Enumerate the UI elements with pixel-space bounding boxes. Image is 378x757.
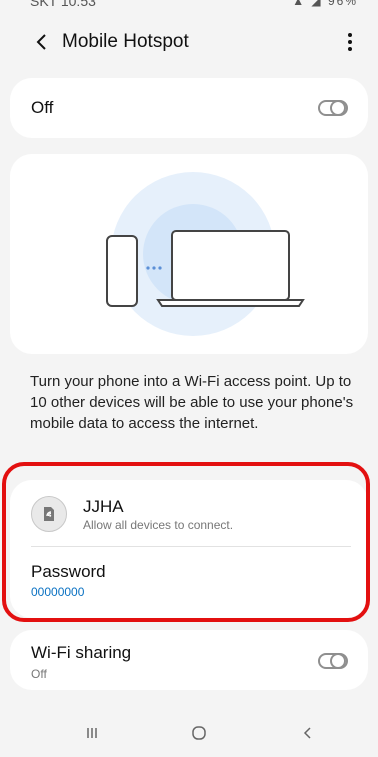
hotspot-illustration-card bbox=[10, 154, 368, 354]
wifi-sharing-toggle[interactable] bbox=[318, 653, 348, 669]
toggle-knob bbox=[330, 100, 346, 116]
wifi-sharing-label: Wi-Fi sharing bbox=[31, 643, 132, 662]
home-button[interactable] bbox=[181, 720, 217, 746]
status-bar: SKT 10:53 ▲ ◢ 96% bbox=[0, 0, 378, 14]
toggle-knob bbox=[330, 653, 346, 669]
wifi-sharing-status: Off bbox=[31, 667, 47, 681]
recents-icon bbox=[87, 728, 97, 738]
hotspot-switch-row[interactable]: Off bbox=[10, 78, 368, 138]
app-bar: Mobile Hotspot bbox=[0, 14, 378, 70]
wifi-sharing-row[interactable]: Wi-Fi sharing Off bbox=[10, 630, 368, 690]
page-title: Mobile Hotspot bbox=[62, 31, 189, 52]
hotspot-switch-label: Off bbox=[31, 98, 54, 117]
home-icon bbox=[192, 726, 206, 740]
navigation-bar bbox=[0, 708, 378, 757]
nav-back-button[interactable] bbox=[290, 720, 326, 746]
status-time: SKT 10:53 bbox=[30, 0, 96, 9]
hotspot-toggle[interactable] bbox=[318, 100, 348, 116]
hotspot-illustration bbox=[106, 172, 305, 336]
hotspot-description: Turn your phone into a Wi-Fi access poin… bbox=[30, 373, 354, 432]
recents-button[interactable] bbox=[74, 720, 110, 746]
status-icons: ▲ ◢ 96% bbox=[292, 0, 358, 8]
more-vertical-icon bbox=[340, 33, 360, 51]
chevron-left-icon bbox=[36, 34, 46, 50]
more-options-button[interactable] bbox=[340, 30, 360, 56]
highlight-box bbox=[2, 462, 370, 622]
back-icon bbox=[303, 727, 311, 739]
back-button[interactable] bbox=[30, 28, 54, 56]
